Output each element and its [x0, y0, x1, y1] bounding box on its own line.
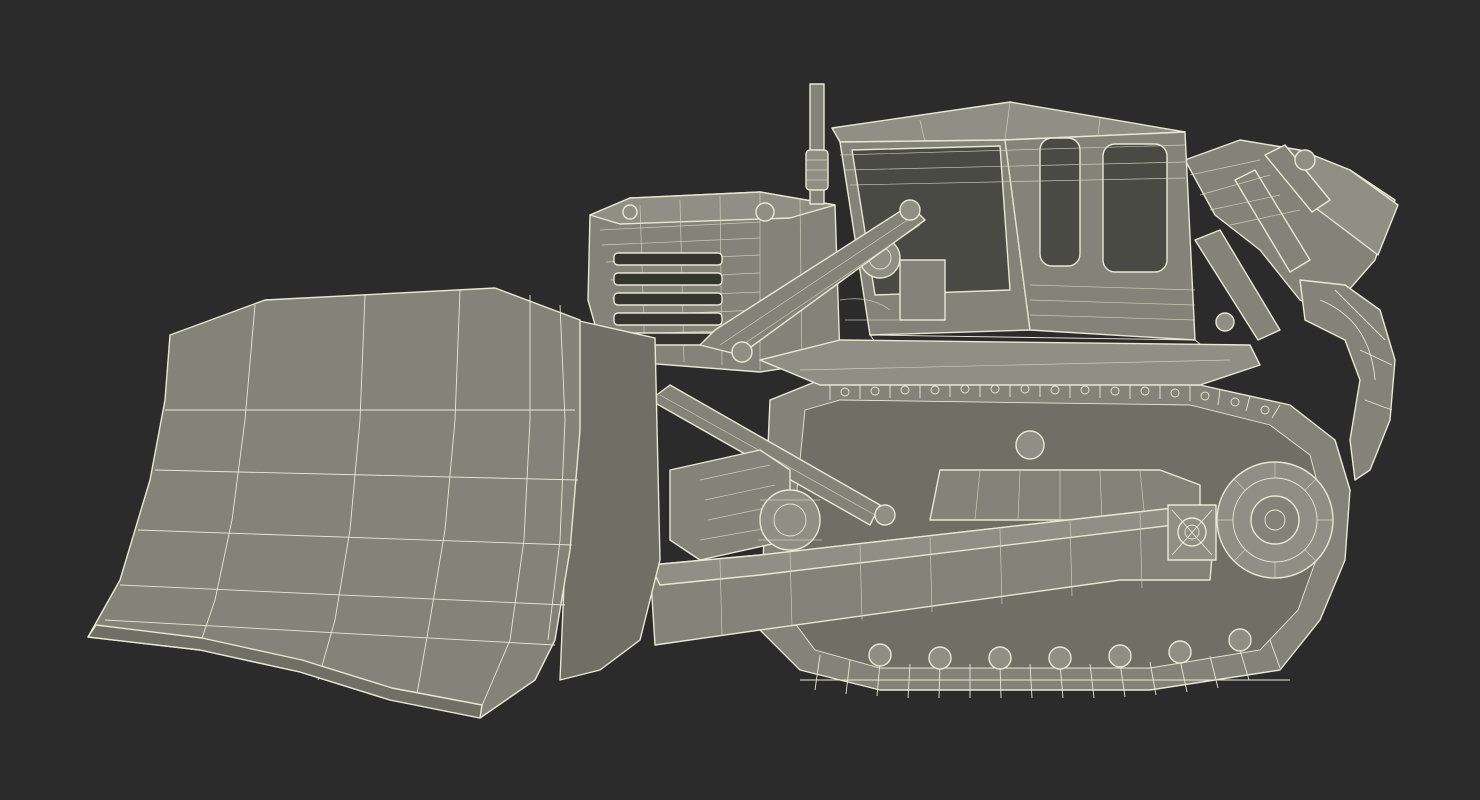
render-viewport [0, 0, 1480, 800]
exhaust-stack [805, 83, 829, 205]
dozer-blade [87, 287, 661, 719]
bulldozer-wireframe-render [87, 83, 1399, 719]
drive-sprocket [1216, 461, 1334, 579]
fender-deck [759, 339, 1261, 386]
